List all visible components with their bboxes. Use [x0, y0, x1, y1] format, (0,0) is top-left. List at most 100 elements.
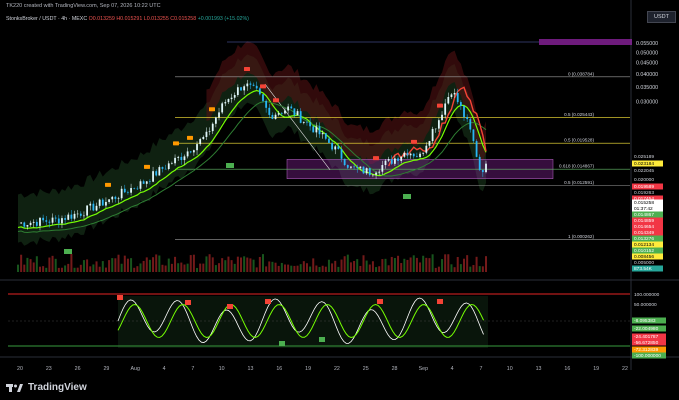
- candle[interactable]: [249, 83, 252, 85]
- candle[interactable]: [450, 94, 453, 97]
- candle[interactable]: [117, 198, 120, 199]
- candle[interactable]: [192, 150, 195, 153]
- candle[interactable]: [98, 199, 101, 206]
- candle[interactable]: [123, 188, 126, 193]
- candle[interactable]: [309, 122, 312, 127]
- candle[interactable]: [346, 165, 349, 168]
- candle[interactable]: [240, 87, 242, 91]
- candle[interactable]: [255, 85, 258, 89]
- signal-marker[interactable]: [411, 139, 417, 144]
- candle[interactable]: [45, 220, 48, 222]
- oscillator-sell-marker[interactable]: [227, 304, 233, 309]
- buy-signal-marker[interactable]: [403, 194, 411, 199]
- candle[interactable]: [318, 126, 321, 135]
- candle[interactable]: [362, 166, 365, 174]
- candle[interactable]: [54, 217, 57, 219]
- candle[interactable]: [268, 107, 271, 115]
- buy-signal-marker[interactable]: [226, 163, 234, 168]
- candle[interactable]: [61, 218, 63, 224]
- candle[interactable]: [221, 103, 224, 113]
- candle[interactable]: [469, 119, 472, 130]
- candle[interactable]: [431, 128, 434, 142]
- candle[interactable]: [29, 222, 32, 226]
- candle[interactable]: [208, 131, 211, 132]
- candle[interactable]: [142, 181, 145, 184]
- candle[interactable]: [437, 120, 440, 129]
- signal-marker[interactable]: [105, 182, 111, 187]
- candle[interactable]: [89, 203, 92, 206]
- candle[interactable]: [299, 111, 302, 123]
- candle[interactable]: [331, 142, 333, 150]
- candle[interactable]: [475, 141, 478, 157]
- candle[interactable]: [293, 108, 296, 116]
- candle[interactable]: [211, 123, 214, 132]
- candle[interactable]: [83, 215, 85, 217]
- candle[interactable]: [101, 199, 104, 206]
- candle[interactable]: [130, 188, 132, 193]
- candle[interactable]: [277, 113, 280, 115]
- oscillator-sell-marker[interactable]: [265, 299, 271, 304]
- candle[interactable]: [472, 129, 475, 142]
- candle[interactable]: [359, 166, 362, 169]
- candle[interactable]: [70, 214, 73, 219]
- candle[interactable]: [108, 199, 110, 202]
- currency-button[interactable]: USDT: [647, 11, 676, 23]
- candle[interactable]: [258, 88, 261, 95]
- candle[interactable]: [35, 221, 38, 226]
- candle[interactable]: [243, 86, 246, 91]
- candle[interactable]: [284, 110, 286, 114]
- candle[interactable]: [409, 153, 412, 156]
- candle[interactable]: [186, 151, 189, 157]
- candle[interactable]: [114, 196, 117, 199]
- candle[interactable]: [86, 205, 89, 216]
- candle[interactable]: [321, 133, 324, 135]
- candle[interactable]: [274, 114, 277, 119]
- candle[interactable]: [466, 117, 469, 120]
- candle[interactable]: [39, 217, 41, 226]
- candle[interactable]: [422, 152, 425, 154]
- candle[interactable]: [105, 201, 107, 206]
- candle[interactable]: [444, 103, 447, 115]
- candle[interactable]: [42, 217, 45, 221]
- candle[interactable]: [324, 133, 327, 139]
- candle[interactable]: [171, 163, 173, 164]
- candle[interactable]: [64, 218, 67, 220]
- candle[interactable]: [315, 126, 318, 133]
- candle[interactable]: [202, 136, 205, 140]
- candle[interactable]: [233, 95, 236, 98]
- candle[interactable]: [390, 159, 393, 164]
- tradingview-logo[interactable]: TradingView: [6, 382, 87, 393]
- candle[interactable]: [343, 158, 346, 166]
- candle[interactable]: [136, 188, 139, 190]
- candle[interactable]: [447, 96, 450, 104]
- candle[interactable]: [174, 157, 176, 164]
- signal-marker[interactable]: [173, 141, 179, 146]
- candle[interactable]: [415, 156, 418, 158]
- candle[interactable]: [95, 205, 98, 211]
- candle[interactable]: [236, 87, 239, 96]
- candle[interactable]: [79, 213, 82, 216]
- candle[interactable]: [302, 121, 305, 123]
- price-chart[interactable]: 0 (0.038784) 0.5 (0.025443) 0.5 (0.019528)…: [0, 0, 679, 400]
- candle[interactable]: [378, 171, 381, 173]
- candle[interactable]: [328, 138, 330, 143]
- candle[interactable]: [478, 156, 481, 170]
- candle[interactable]: [189, 151, 192, 153]
- candle[interactable]: [48, 221, 51, 223]
- candle[interactable]: [375, 172, 377, 175]
- candle[interactable]: [149, 181, 151, 182]
- candle[interactable]: [262, 94, 264, 101]
- candle[interactable]: [205, 131, 208, 137]
- candle[interactable]: [265, 100, 268, 108]
- signal-marker[interactable]: [209, 107, 215, 112]
- signal-marker[interactable]: [273, 98, 279, 103]
- candle[interactable]: [92, 203, 95, 211]
- candle[interactable]: [463, 106, 465, 118]
- candle[interactable]: [227, 99, 230, 103]
- candle[interactable]: [397, 158, 399, 161]
- signal-marker[interactable]: [187, 135, 193, 140]
- candle[interactable]: [306, 121, 308, 123]
- candle[interactable]: [26, 225, 29, 227]
- candle[interactable]: [57, 218, 60, 224]
- oscillator-sell-marker[interactable]: [185, 300, 191, 305]
